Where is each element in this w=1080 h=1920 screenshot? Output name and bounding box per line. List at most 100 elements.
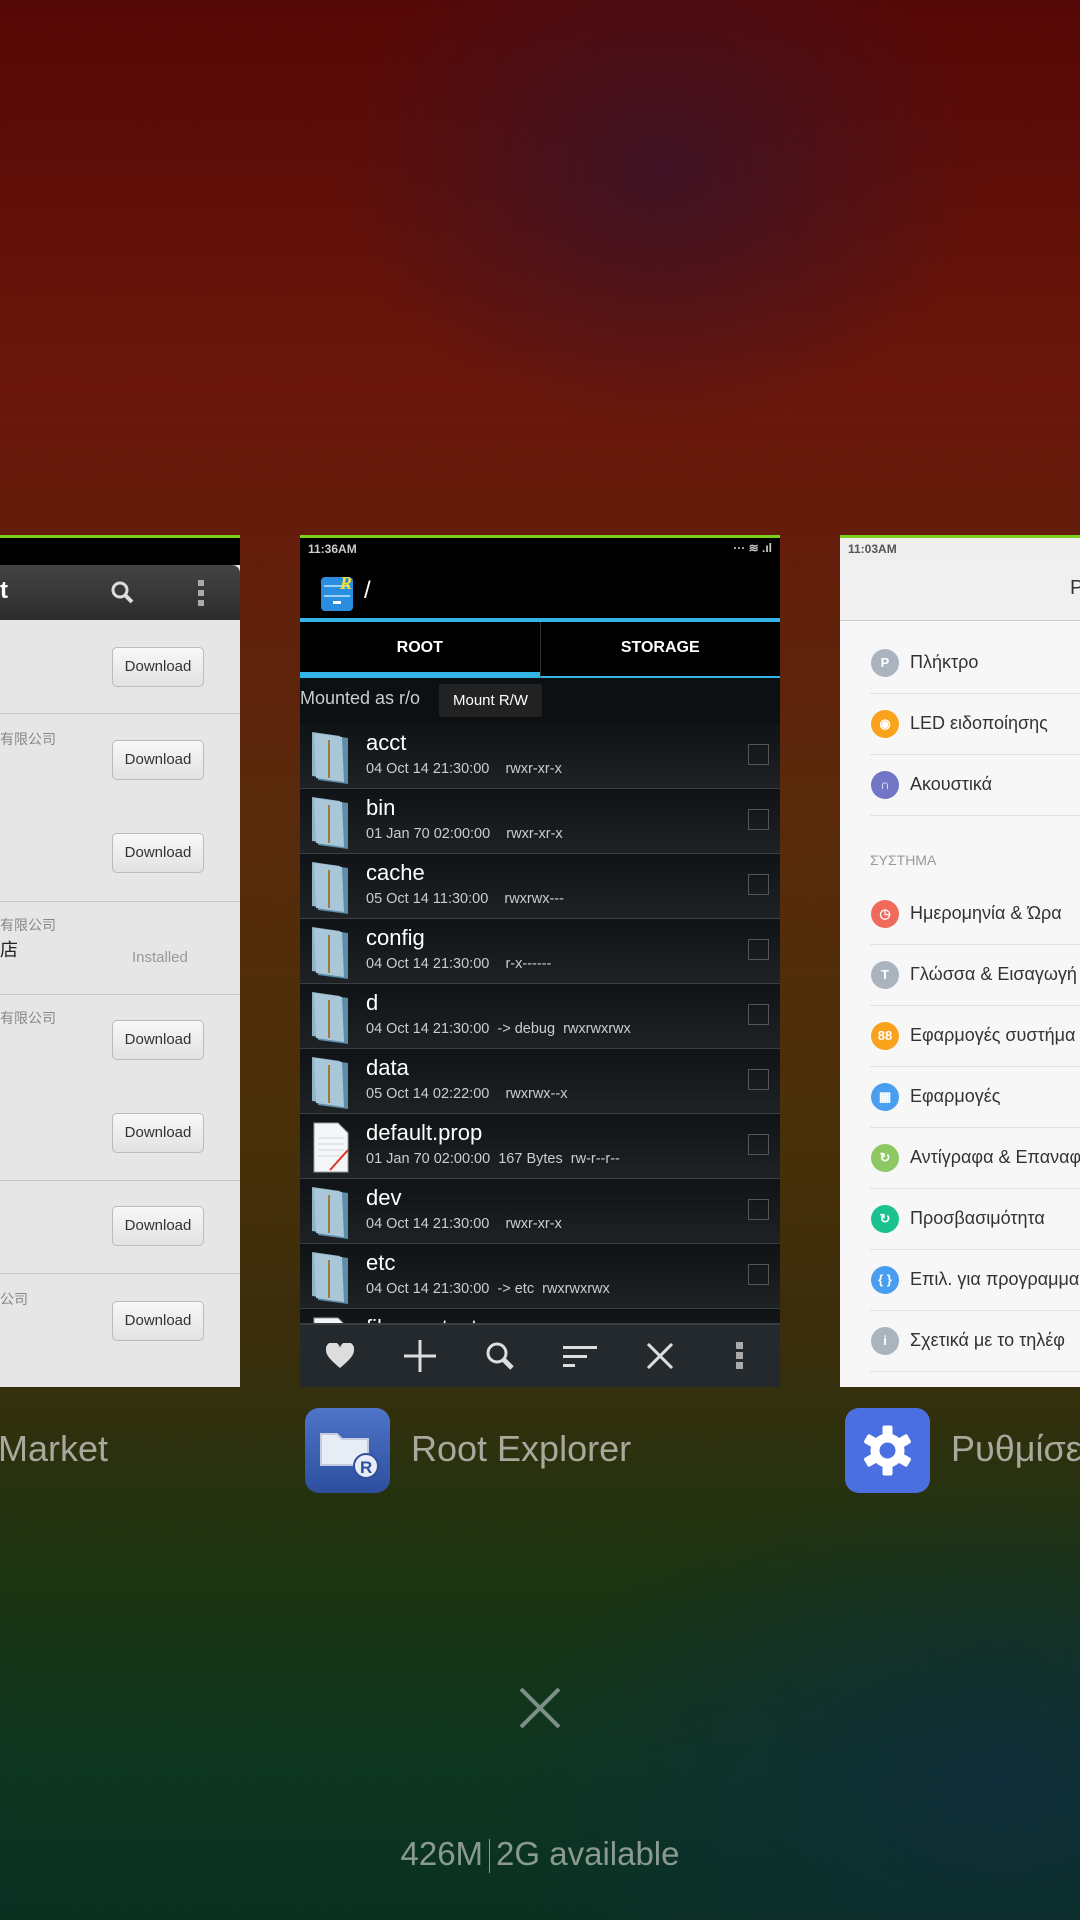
settings-app-label[interactable]: Ρυθμίσε — [951, 1428, 1080, 1470]
file-row[interactable]: acct 04 Oct 14 21:30:00 rwxr-xr-x — [300, 724, 780, 789]
settings-app-icon[interactable] — [845, 1408, 930, 1493]
settings-app-card[interactable]: 11:03AM Ρυθμ P Πλήκτρο ◉ LED ειδοποίησης ∩ Ακ… — [840, 535, 1080, 1387]
file-meta: 04 Oct 14 21:30:00 -> debug rwxrwxrwx — [366, 1021, 631, 1037]
file-meta: 04 Oct 14 21:30:00 rwxr-xr-x — [366, 761, 562, 777]
file-name: default.prop — [366, 1120, 483, 1145]
file-name: etc — [366, 1250, 396, 1275]
settings-item[interactable]: ↻ Προσβασιμότητα — [870, 1189, 1080, 1250]
settings-item-icon: T — [871, 961, 899, 989]
file-row[interactable]: config 04 Oct 14 21:30:00 r-x------ — [300, 919, 780, 984]
memory-used: 426M — [400, 1835, 484, 1872]
file-meta: 01 Jan 70 02:00:00 167 Bytes rw-r--r-- — [366, 1151, 620, 1167]
settings-item-icon: ▦ — [871, 1083, 899, 1111]
select-checkbox[interactable] — [748, 1069, 769, 1090]
settings-item[interactable]: 88 Εφαρμογές συστήμα — [870, 1006, 1080, 1067]
root-explorer-app-label[interactable]: Root Explorer — [411, 1428, 631, 1470]
select-checkbox[interactable] — [748, 874, 769, 895]
settings-item-label: Πλήκτρο — [910, 652, 979, 672]
folder-icon — [312, 732, 348, 784]
settings-item[interactable]: i Σχετικά με το τηλέφ — [870, 1311, 1080, 1372]
settings-item-icon: { } — [871, 1266, 899, 1294]
download-button[interactable]: Download — [112, 1020, 204, 1060]
file-row[interactable]: data 05 Oct 14 02:22:00 rwxrwx--x — [300, 1049, 780, 1114]
file-name: dev — [366, 1185, 402, 1210]
bottom-toolbar — [300, 1323, 780, 1387]
download-button[interactable]: Download — [112, 1301, 204, 1341]
app-developer: 有限公司 — [0, 917, 56, 933]
file-meta: 05 Oct 14 02:22:00 rwxrwx--x — [366, 1086, 568, 1102]
svg-text:R: R — [339, 573, 352, 593]
download-button[interactable]: Download — [112, 740, 204, 780]
download-button[interactable]: Download — [112, 833, 204, 873]
tab-root[interactable]: ROOT — [300, 622, 540, 678]
overflow-menu-icon[interactable] — [196, 580, 206, 606]
settings-item[interactable]: ↻ Αντίγραφα & Επαναφ — [870, 1128, 1080, 1189]
market-app-card[interactable]: t Download 有限公司 Download Download 有限公司店 Insta… — [0, 535, 240, 1387]
download-button[interactable]: Download — [112, 647, 204, 687]
file-name: data — [366, 1055, 409, 1080]
tab-storage[interactable]: STORAGE — [539, 622, 780, 678]
divider — [0, 1273, 240, 1274]
file-row[interactable]: etc 04 Oct 14 21:30:00 -> etc rwxrwxrwx — [300, 1244, 780, 1309]
mount-status: Mounted as r/o — [300, 688, 421, 708]
memory-status: 426M 2G available — [0, 1835, 1080, 1874]
search-icon[interactable] — [110, 580, 134, 604]
file-meta: 01 Jan 70 02:00:00 rwxr-xr-x — [366, 826, 563, 842]
clear-all-close-icon[interactable] — [518, 1686, 562, 1730]
heart-icon[interactable] — [320, 1336, 360, 1376]
root-explorer-app-card[interactable]: 11:36AM ··· ≋ .ıl R / ROOT STORAGE Mount… — [300, 535, 780, 1387]
file-meta: 04 Oct 14 21:30:00 rwxr-xr-x — [366, 1216, 562, 1232]
download-button[interactable]: Download — [112, 1206, 204, 1246]
settings-item-icon: P — [871, 649, 899, 677]
select-checkbox[interactable] — [748, 809, 769, 830]
select-checkbox[interactable] — [748, 939, 769, 960]
file-row[interactable]: default.prop 01 Jan 70 02:00:00 167 Bytes… — [300, 1114, 780, 1179]
file-row[interactable]: cache 05 Oct 14 11:30:00 rwxrwx--- — [300, 854, 780, 919]
divider — [489, 1839, 491, 1874]
folder-icon — [312, 1252, 348, 1304]
file-row[interactable]: bin 01 Jan 70 02:00:00 rwxr-xr-x — [300, 789, 780, 854]
settings-title: Ρυθμ — [1070, 577, 1080, 600]
root-explorer-app-icon[interactable]: R — [305, 1408, 390, 1493]
file-row[interactable]: dev 04 Oct 14 21:30:00 rwxr-xr-x — [300, 1179, 780, 1244]
settings-item[interactable]: T Γλώσσα & Εισαγωγή — [870, 945, 1080, 1006]
overflow-menu-icon[interactable] — [720, 1336, 760, 1376]
app-developer: 有限公司 — [0, 731, 56, 747]
settings-item-icon: ◷ — [871, 900, 899, 928]
settings-item-label: LED ειδοποίησης — [910, 713, 1048, 733]
market-app-label[interactable]: Market — [0, 1428, 108, 1470]
plus-icon[interactable] — [400, 1336, 440, 1376]
settings-item[interactable]: ◷ Ημερομηνία & Ώρα — [870, 884, 1080, 945]
settings-item[interactable]: { } Επιλ. για προγραμμα — [870, 1250, 1080, 1311]
select-checkbox[interactable] — [748, 1199, 769, 1220]
settings-item-icon: i — [871, 1327, 899, 1355]
settings-item[interactable]: ◉ LED ειδοποίησης — [870, 694, 1080, 755]
download-button[interactable]: Download — [112, 1113, 204, 1153]
search-icon[interactable] — [480, 1336, 520, 1376]
file-name: d — [366, 990, 379, 1015]
settings-item[interactable]: ▦ Εφαρμογές — [870, 1067, 1080, 1128]
folder-icon — [312, 797, 348, 849]
settings-item-label: Εφαρμογές — [910, 1086, 1001, 1106]
divider — [0, 713, 240, 714]
divider — [0, 901, 240, 902]
settings-item-label: Ακουστικά — [910, 774, 993, 794]
app-name: 店 — [0, 940, 18, 960]
settings-item[interactable]: ∩ Ακουστικά — [870, 755, 1080, 816]
settings-item[interactable]: P Πλήκτρο — [870, 633, 1080, 694]
folder-icon — [312, 1057, 348, 1109]
mount-rw-button[interactable]: Mount R/W — [439, 684, 542, 717]
folder-icon — [312, 992, 348, 1044]
select-checkbox[interactable] — [748, 744, 769, 765]
settings-item-icon: ↻ — [871, 1205, 899, 1233]
settings-item-label: Εφαρμογές συστήμα — [910, 1025, 1076, 1045]
settings-item-icon: 88 — [871, 1022, 899, 1050]
close-icon[interactable] — [640, 1336, 680, 1376]
status-bar — [0, 538, 240, 565]
divider — [0, 1180, 240, 1181]
select-checkbox[interactable] — [748, 1264, 769, 1285]
select-checkbox[interactable] — [748, 1004, 769, 1025]
sort-icon[interactable] — [560, 1336, 600, 1376]
file-row[interactable]: d 04 Oct 14 21:30:00 -> debug rwxrwxrwx — [300, 984, 780, 1049]
select-checkbox[interactable] — [748, 1134, 769, 1155]
